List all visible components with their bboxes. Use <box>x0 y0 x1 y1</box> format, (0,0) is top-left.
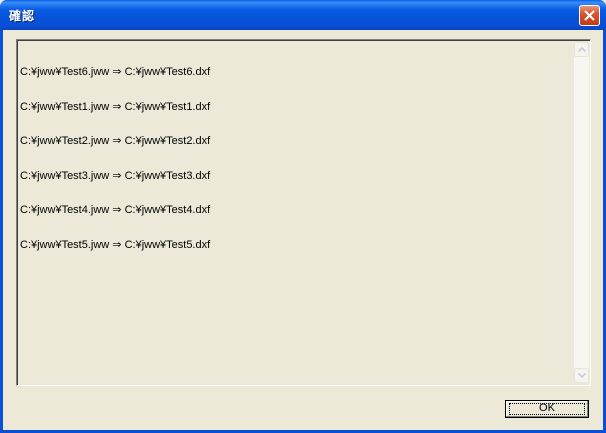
chevron-up-icon <box>578 47 586 52</box>
confirm-dialog: 確認 C:¥jww¥Test6.jww ⇒ C:¥jww¥Test6.dxf C… <box>0 0 606 433</box>
scroll-up-button[interactable] <box>574 42 589 57</box>
list-item[interactable]: C:¥jww¥Test5.jww ⇒ C:¥jww¥Test5.dxf <box>20 239 210 252</box>
list-item[interactable]: C:¥jww¥Test6.jww ⇒ C:¥jww¥Test6.dxf <box>20 66 210 79</box>
close-button[interactable] <box>579 5 600 26</box>
scroll-down-button[interactable] <box>574 368 589 383</box>
vertical-scrollbar[interactable] <box>574 42 589 383</box>
dialog-body: C:¥jww¥Test6.jww ⇒ C:¥jww¥Test6.dxf C:¥j… <box>3 30 603 430</box>
window-title: 確認 <box>9 9 36 23</box>
list-item[interactable]: C:¥jww¥Test2.jww ⇒ C:¥jww¥Test2.dxf <box>20 135 210 148</box>
conversion-list[interactable]: C:¥jww¥Test6.jww ⇒ C:¥jww¥Test6.dxf C:¥j… <box>16 39 591 386</box>
close-icon <box>584 10 595 21</box>
chevron-down-icon <box>578 373 586 378</box>
list-item[interactable]: C:¥jww¥Test4.jww ⇒ C:¥jww¥Test4.dxf <box>20 204 210 217</box>
conversion-lines: C:¥jww¥Test6.jww ⇒ C:¥jww¥Test6.dxf C:¥j… <box>20 44 210 274</box>
ok-button-label: OK <box>539 402 555 414</box>
list-item[interactable]: C:¥jww¥Test1.jww ⇒ C:¥jww¥Test1.dxf <box>20 101 210 114</box>
list-item[interactable]: C:¥jww¥Test3.jww ⇒ C:¥jww¥Test3.dxf <box>20 170 210 183</box>
title-bar[interactable]: 確認 <box>0 0 606 30</box>
ok-button[interactable]: OK <box>505 400 589 418</box>
